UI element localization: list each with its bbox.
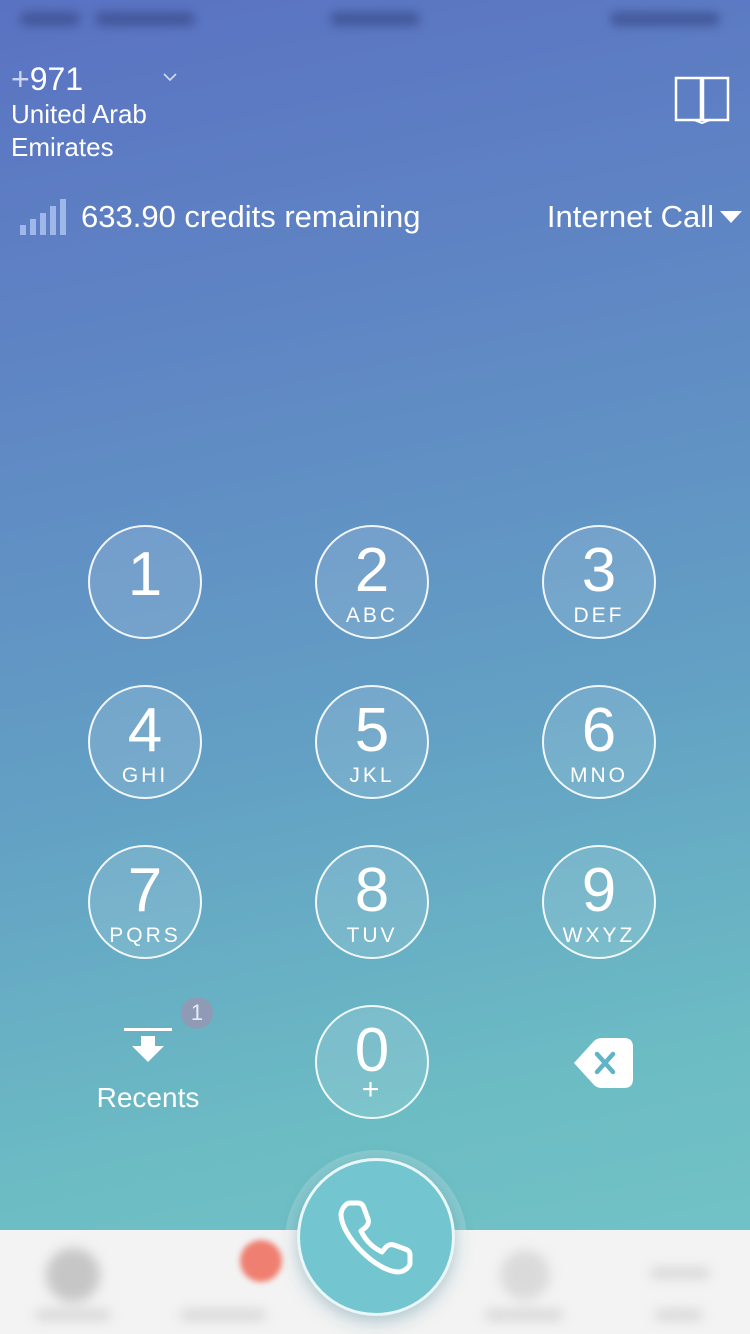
key-3[interactable]: 3 DEF xyxy=(542,525,656,639)
key-digit: 4 xyxy=(127,696,163,765)
key-letters: MNO xyxy=(570,764,628,787)
recents-button[interactable]: Recents xyxy=(90,1020,206,1120)
backspace-icon[interactable] xyxy=(572,1037,634,1089)
key-digit: 6 xyxy=(581,696,617,765)
recents-arrow-icon xyxy=(124,1028,172,1062)
key-letters: TUV xyxy=(346,924,398,947)
notification-dot xyxy=(240,1240,282,1282)
country-selector[interactable]: +971 United Arab Emirates xyxy=(11,60,211,164)
key-1[interactable]: 1 xyxy=(88,525,202,639)
country-code: +971 xyxy=(11,60,211,98)
call-button[interactable] xyxy=(297,1158,455,1316)
chevron-down-icon[interactable] xyxy=(163,70,177,84)
key-letters: PQRS xyxy=(109,924,181,947)
credits-remaining: 633.90 credits remaining xyxy=(81,199,421,234)
country-name: United Arab Emirates xyxy=(11,99,147,162)
key-letters: DEF xyxy=(573,604,625,627)
key-letters: JKL xyxy=(349,764,395,787)
key-6[interactable]: 6 MNO xyxy=(542,685,656,799)
recents-badge: 1 xyxy=(181,997,213,1029)
key-8[interactable]: 8 TUV xyxy=(315,845,429,959)
key-digit: 2 xyxy=(354,536,390,605)
key-digit: 3 xyxy=(581,536,617,605)
recents-label: Recents xyxy=(96,1082,200,1113)
signal-bars-icon xyxy=(20,199,66,235)
dialer-screen: +971 United Arab Emirates 633.90 credits… xyxy=(0,0,750,1334)
country-code-number: 971 xyxy=(29,61,84,97)
key-letters: WXYZ xyxy=(562,924,636,947)
key-4[interactable]: 4 GHI xyxy=(88,685,202,799)
key-digit: 8 xyxy=(354,856,390,925)
call-type-label: Internet Call xyxy=(546,199,714,234)
key-letters: + xyxy=(361,1073,383,1106)
key-5[interactable]: 5 JKL xyxy=(315,685,429,799)
country-code-prefix: + xyxy=(11,61,30,97)
status-bar xyxy=(0,0,750,40)
key-2[interactable]: 2 ABC xyxy=(315,525,429,639)
key-9[interactable]: 9 WXYZ xyxy=(542,845,656,959)
key-digit: 9 xyxy=(581,856,617,925)
key-digit: 1 xyxy=(127,540,163,609)
key-letters: GHI xyxy=(121,764,169,787)
phone-icon xyxy=(338,1200,413,1275)
credits-row: 633.90 credits remaining xyxy=(20,195,420,239)
key-7[interactable]: 7 PQRS xyxy=(88,845,202,959)
key-digit: 7 xyxy=(127,856,163,925)
caret-down-icon xyxy=(720,211,742,223)
key-letters: ABC xyxy=(345,604,399,627)
key-digit: 5 xyxy=(354,696,390,765)
book-icon[interactable] xyxy=(674,74,730,124)
key-0[interactable]: 0 + xyxy=(315,1005,429,1119)
call-type-selector[interactable]: Internet Call xyxy=(547,195,742,239)
